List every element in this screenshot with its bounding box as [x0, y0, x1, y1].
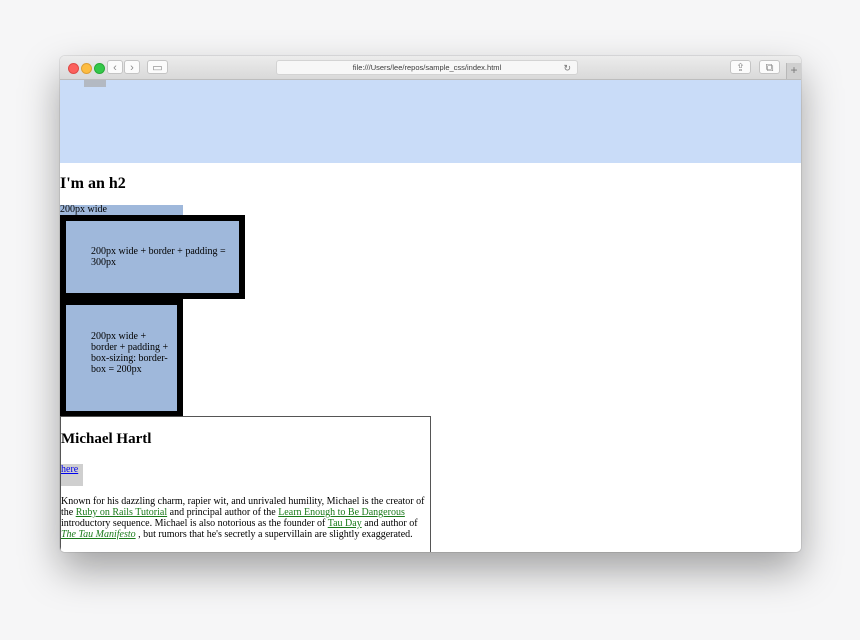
bio-text: Known for his dazzling charm, rapier wit…: [61, 496, 432, 540]
back-button[interactable]: ‹: [107, 60, 123, 74]
bio-box: Michael Hartl here Known for his dazzlin…: [60, 416, 431, 552]
minimize-window-button[interactable]: [81, 63, 92, 74]
sidebar-icon: ▭: [152, 62, 163, 74]
chevron-right-icon: ›: [130, 62, 134, 74]
tabs-overview-button[interactable]: ⧉: [759, 60, 780, 74]
bio-photo-link[interactable]: here: [61, 464, 83, 475]
box-content-box-text: 200px wide + border + padding = 300px: [91, 246, 226, 268]
forward-button[interactable]: ›: [124, 60, 140, 74]
share-icon: ⇪: [735, 62, 746, 74]
box-200px: 200px wide: [60, 205, 183, 215]
banner-tab: [84, 80, 106, 87]
page-heading: I'm an h2: [60, 175, 126, 192]
sidebar-button[interactable]: ▭: [147, 60, 168, 74]
reload-icon[interactable]: ↻: [563, 61, 571, 75]
plus-icon: +: [790, 63, 798, 77]
link-rails-tutorial[interactable]: Ruby on Rails Tutorial: [76, 507, 167, 518]
new-tab-button[interactable]: +: [786, 63, 801, 79]
address-bar[interactable]: file:///Users/lee/repos/sample_css/index…: [276, 60, 578, 75]
url-text: file:///Users/lee/repos/sample_css/index…: [352, 63, 502, 72]
box-border-box: 200px wide + border + padding + box-sizi…: [60, 299, 183, 417]
link-learn-enough[interactable]: Learn Enough to Be Dangerous: [278, 507, 405, 518]
bio-text-part: , but rumors that he's secretly a superv…: [135, 529, 413, 540]
bio-text-part: introductory sequence. Michael is also n…: [61, 518, 328, 529]
link-tau-day[interactable]: Tau Day: [328, 518, 362, 529]
bio-text-part: and author of: [361, 518, 418, 529]
header-banner: [60, 80, 801, 163]
chevron-left-icon: ‹: [113, 62, 117, 74]
browser-window: ‹ › ▭ file:///Users/lee/repos/sample_css…: [60, 56, 801, 552]
link-tau-manifesto[interactable]: The Tau Manifesto: [61, 529, 136, 540]
box-content-box: 200px wide + border + padding = 300px: [60, 215, 245, 299]
link-tau-manifesto-text: The Tau Manifesto: [61, 529, 136, 540]
browser-toolbar: ‹ › ▭ file:///Users/lee/repos/sample_css…: [60, 56, 801, 80]
close-window-button[interactable]: [68, 63, 79, 74]
tabs-icon: ⧉: [765, 62, 774, 74]
share-button[interactable]: ⇪: [730, 60, 751, 74]
bio-photo: here: [61, 464, 83, 486]
page-content: I'm an h2 200px wide 200px wide + border…: [60, 80, 801, 552]
box-border-box-text: 200px wide + border + padding + box-sizi…: [91, 331, 169, 375]
bio-name: Michael Hartl: [61, 431, 152, 447]
bio-text-part: and principal author of the: [167, 507, 279, 518]
zoom-window-button[interactable]: [94, 63, 105, 74]
